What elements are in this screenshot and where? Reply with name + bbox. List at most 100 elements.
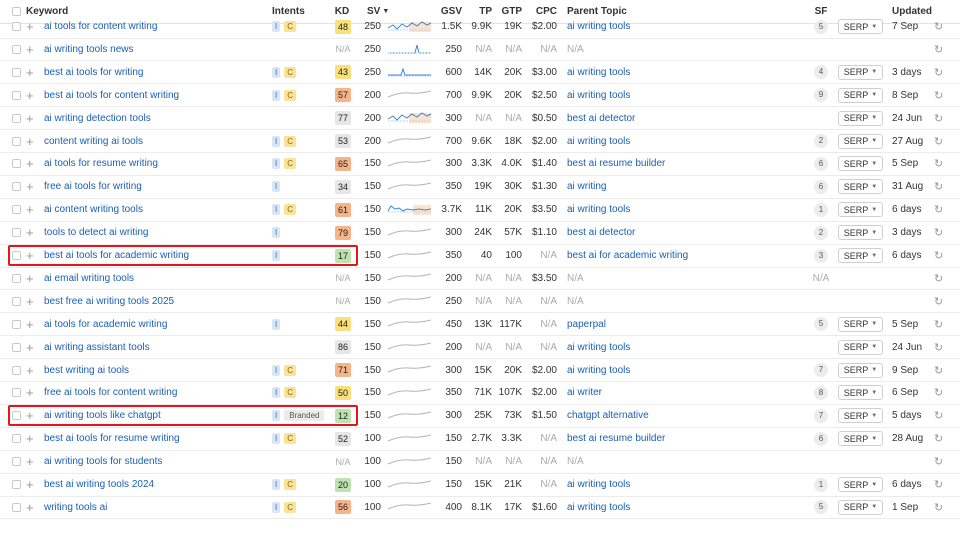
parent-topic-link[interactable]: ai writing tools — [567, 496, 630, 518]
keyword-link[interactable]: ai tools for academic writing — [44, 313, 167, 335]
refresh-icon[interactable]: ↻ — [934, 61, 943, 83]
add-keyword-icon[interactable]: + — [26, 199, 34, 221]
refresh-icon[interactable]: ↻ — [934, 428, 943, 450]
add-keyword-icon[interactable]: + — [26, 313, 34, 335]
refresh-icon[interactable]: ↻ — [934, 38, 943, 60]
parent-topic-link[interactable]: chatgpt alternative — [567, 405, 649, 427]
row-checkbox[interactable] — [12, 199, 21, 221]
keyword-link[interactable]: ai writing assistant tools — [44, 336, 150, 358]
keyword-link[interactable]: ai writing tools for students — [44, 451, 162, 473]
parent-topic-link[interactable]: ai writing tools — [567, 359, 630, 381]
row-checkbox[interactable] — [12, 496, 21, 518]
row-checkbox[interactable] — [12, 336, 21, 358]
add-keyword-icon[interactable]: + — [26, 38, 34, 60]
trend-sparkline[interactable] — [387, 267, 432, 289]
keyword-link[interactable]: content writing ai tools — [44, 130, 143, 152]
keyword-link[interactable]: best ai writing tools 2024 — [44, 474, 154, 496]
add-keyword-icon[interactable]: + — [26, 359, 34, 381]
parent-topic-link[interactable]: best ai detector — [567, 222, 635, 244]
trend-sparkline[interactable] — [387, 336, 432, 358]
add-keyword-icon[interactable]: + — [26, 451, 34, 473]
add-keyword-icon[interactable]: + — [26, 474, 34, 496]
parent-topic-link[interactable]: ai writing — [567, 176, 606, 198]
serp-dropdown-button[interactable]: SERP ▼ — [838, 431, 883, 447]
add-keyword-icon[interactable]: + — [26, 84, 34, 106]
row-checkbox[interactable] — [12, 61, 21, 83]
serp-dropdown-button[interactable]: SERP ▼ — [838, 87, 883, 103]
trend-sparkline[interactable] — [387, 107, 432, 129]
trend-sparkline[interactable] — [387, 199, 432, 221]
row-checkbox[interactable] — [12, 107, 21, 129]
serp-dropdown-button[interactable]: SERP ▼ — [838, 64, 883, 80]
keyword-link[interactable]: ai writing tools news — [44, 38, 133, 60]
trend-sparkline[interactable] — [387, 405, 432, 427]
add-keyword-icon[interactable]: + — [26, 336, 34, 358]
refresh-icon[interactable]: ↻ — [934, 474, 943, 496]
refresh-icon[interactable]: ↻ — [934, 382, 943, 404]
parent-topic-link[interactable]: ai writing tools — [567, 61, 630, 83]
row-checkbox[interactable] — [12, 290, 21, 312]
row-checkbox[interactable] — [12, 130, 21, 152]
refresh-icon[interactable]: ↻ — [934, 222, 943, 244]
refresh-icon[interactable]: ↻ — [934, 290, 943, 312]
row-checkbox[interactable] — [12, 359, 21, 381]
add-keyword-icon[interactable]: + — [26, 107, 34, 129]
trend-sparkline[interactable] — [387, 359, 432, 381]
refresh-icon[interactable]: ↻ — [934, 451, 943, 473]
parent-topic-link[interactable]: ai writing tools — [567, 84, 630, 106]
serp-dropdown-button[interactable]: SERP ▼ — [838, 339, 883, 355]
row-checkbox[interactable] — [12, 84, 21, 106]
trend-sparkline[interactable] — [387, 451, 432, 473]
keyword-link[interactable]: ai email writing tools — [44, 267, 134, 289]
serp-dropdown-button[interactable]: SERP ▼ — [838, 110, 883, 126]
keyword-link[interactable]: ai tools for content writing — [44, 16, 157, 38]
refresh-icon[interactable]: ↻ — [934, 199, 943, 221]
row-checkbox[interactable] — [12, 153, 21, 175]
refresh-icon[interactable]: ↻ — [934, 359, 943, 381]
add-keyword-icon[interactable]: + — [26, 130, 34, 152]
trend-sparkline[interactable] — [387, 84, 432, 106]
refresh-icon[interactable]: ↻ — [934, 176, 943, 198]
keyword-link[interactable]: tools to detect ai writing — [44, 222, 149, 244]
refresh-icon[interactable]: ↻ — [934, 496, 943, 518]
refresh-icon[interactable]: ↻ — [934, 405, 943, 427]
serp-dropdown-button[interactable]: SERP ▼ — [838, 499, 883, 515]
row-checkbox[interactable] — [12, 405, 21, 427]
trend-sparkline[interactable] — [387, 16, 432, 38]
keyword-link[interactable]: ai tools for resume writing — [44, 153, 158, 175]
trend-sparkline[interactable] — [387, 222, 432, 244]
trend-sparkline[interactable] — [387, 153, 432, 175]
add-keyword-icon[interactable]: + — [26, 382, 34, 404]
serp-dropdown-button[interactable]: SERP ▼ — [838, 179, 883, 195]
add-keyword-icon[interactable]: + — [26, 61, 34, 83]
trend-sparkline[interactable] — [387, 496, 432, 518]
refresh-icon[interactable]: ↻ — [934, 245, 943, 267]
refresh-icon[interactable]: ↻ — [934, 153, 943, 175]
parent-topic-link[interactable]: ai writing tools — [567, 336, 630, 358]
serp-dropdown-button[interactable]: SERP ▼ — [838, 133, 883, 149]
refresh-icon[interactable]: ↻ — [934, 16, 943, 38]
parent-topic-link[interactable]: ai writing tools — [567, 130, 630, 152]
trend-sparkline[interactable] — [387, 38, 432, 60]
refresh-icon[interactable]: ↻ — [934, 336, 943, 358]
trend-sparkline[interactable] — [387, 61, 432, 83]
row-checkbox[interactable] — [12, 382, 21, 404]
row-checkbox[interactable] — [12, 38, 21, 60]
add-keyword-icon[interactable]: + — [26, 153, 34, 175]
row-checkbox[interactable] — [12, 428, 21, 450]
add-keyword-icon[interactable]: + — [26, 267, 34, 289]
add-keyword-icon[interactable]: + — [26, 405, 34, 427]
keyword-link[interactable]: free ai tools for writing — [44, 176, 142, 198]
add-keyword-icon[interactable]: + — [26, 222, 34, 244]
keyword-link[interactable]: best free ai writing tools 2025 — [44, 290, 174, 312]
keyword-link[interactable]: free ai tools for content writing — [44, 382, 177, 404]
row-checkbox[interactable] — [12, 16, 21, 38]
keyword-link[interactable]: writing tools ai — [44, 496, 107, 518]
row-checkbox[interactable] — [12, 451, 21, 473]
serp-dropdown-button[interactable]: SERP ▼ — [838, 156, 883, 172]
serp-dropdown-button[interactable]: SERP ▼ — [838, 202, 883, 218]
trend-sparkline[interactable] — [387, 428, 432, 450]
parent-topic-link[interactable]: paperpal — [567, 313, 606, 335]
serp-dropdown-button[interactable]: SERP ▼ — [838, 316, 883, 332]
keyword-link[interactable]: ai writing detection tools — [44, 107, 151, 129]
